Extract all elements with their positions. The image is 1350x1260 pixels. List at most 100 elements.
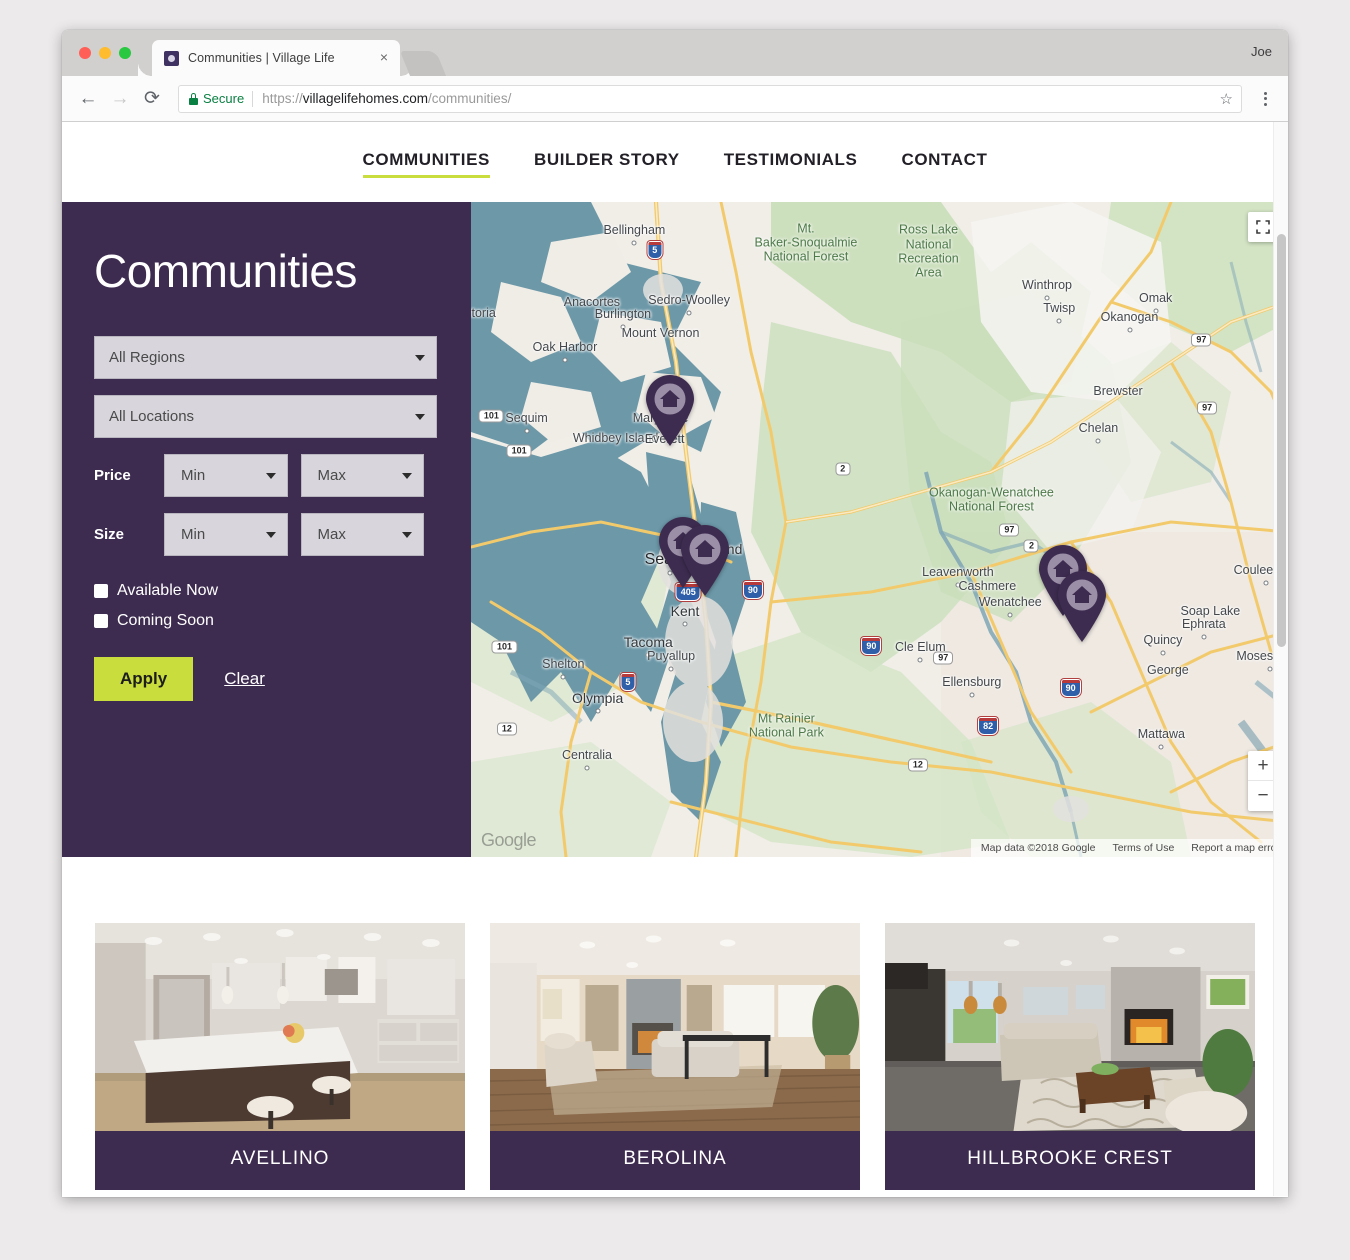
map-pin-house[interactable] <box>1054 571 1110 643</box>
forward-button[interactable]: → <box>104 83 136 115</box>
filter-sidebar: Communities All Regions All Locations Pr… <box>62 202 471 857</box>
map-city-dot <box>682 621 688 627</box>
checkbox-coming-soon[interactable]: Coming Soon <box>94 612 437 630</box>
map-city-dot <box>584 765 590 771</box>
map-city-dot <box>560 674 566 680</box>
bookmark-star-icon[interactable]: ☆ <box>1212 90 1233 108</box>
map-base-layer <box>471 202 1288 857</box>
map-city-dot <box>1095 438 1101 444</box>
route-shield-12: 12 <box>907 758 928 772</box>
map-city-dot <box>984 596 990 602</box>
browser-window: Communities | Village Life × Joe ← → ⟳ S… <box>62 30 1288 1197</box>
apply-button[interactable]: Apply <box>94 657 194 701</box>
checkbox-available-now[interactable]: Available Now <box>94 582 437 600</box>
route-shield-101: 101 <box>478 409 504 423</box>
community-card-photo[interactable] <box>95 923 465 1131</box>
location-select[interactable]: All Locations <box>94 395 437 438</box>
minimize-window-button[interactable] <box>99 47 111 59</box>
map-city-dot <box>668 666 674 672</box>
map-pin-house[interactable] <box>642 374 698 447</box>
scrollbar-thumb[interactable] <box>1277 234 1286 647</box>
lock-icon <box>189 92 198 105</box>
nav-link-builder-story[interactable]: BUILDER STORY <box>534 150 680 175</box>
map-city-dot <box>524 428 530 434</box>
map-city-dot <box>620 324 626 330</box>
browser-tab[interactable]: Communities | Village Life × <box>152 40 414 76</box>
community-card-photo[interactable] <box>885 923 1255 1131</box>
site-navigation: COMMUNITIES BUILDER STORY TESTIMONIALS CONT… <box>62 122 1288 202</box>
location-select-value: All Locations <box>94 395 437 438</box>
hero-section: Communities All Regions All Locations Pr… <box>62 202 1288 857</box>
route-shield-12: 12 <box>496 722 517 736</box>
url-text: https://villagelifehomes.com/communities… <box>262 91 511 106</box>
route-shield-97: 97 <box>1191 333 1212 347</box>
terms-of-use-link[interactable]: Terms of Use <box>1112 842 1174 854</box>
community-card[interactable]: HILLBROOKE CREST <box>885 923 1255 1190</box>
url-path: /communities/ <box>428 91 512 106</box>
checkbox-icon[interactable] <box>94 614 108 628</box>
nav-link-contact[interactable]: CONTACT <box>901 150 987 175</box>
window-controls <box>79 47 131 59</box>
route-shield-97: 97 <box>933 651 954 665</box>
price-label: Price <box>94 467 131 484</box>
route-shield-101: 101 <box>491 640 517 654</box>
maximize-window-button[interactable] <box>119 47 131 59</box>
route-shield-97: 97 <box>999 523 1020 536</box>
map-city-dot <box>1207 621 1213 627</box>
browser-menu-icon[interactable] <box>1252 91 1278 106</box>
map-city-dot <box>562 357 568 363</box>
clear-link[interactable]: Clear <box>224 669 265 689</box>
close-tab-icon[interactable]: × <box>376 50 392 66</box>
security-label: Secure <box>203 91 245 106</box>
chevron-down-icon <box>415 354 425 361</box>
communities-map[interactable]: Bellingham Anacortes Sedro-Woolley Burlingt… <box>471 202 1288 857</box>
community-cards: AVELLINO BEROLINA HILLBROOKE CREST <box>62 923 1288 1190</box>
report-map-error-link[interactable]: Report a map error <box>1191 842 1280 854</box>
profile-name[interactable]: Joe <box>1251 44 1272 59</box>
reload-button[interactable]: ⟳ <box>136 83 168 115</box>
route-shield-5: 5 <box>620 673 636 692</box>
address-bar[interactable]: Secure https://villagelifehomes.com/comm… <box>178 84 1242 113</box>
community-card-photo[interactable] <box>490 923 860 1131</box>
community-card-title: AVELLINO <box>95 1131 465 1190</box>
route-shield-82: 82 <box>978 717 999 735</box>
map-city-dot <box>595 708 601 714</box>
chevron-down-icon <box>402 472 412 479</box>
filter-actions: Apply Clear <box>94 657 437 701</box>
price-min-select[interactable]: Min <box>164 454 288 497</box>
omnibox-divider <box>252 90 254 107</box>
map-city-dot <box>631 240 637 245</box>
map-city-dot <box>955 582 961 588</box>
checkbox-label: Available Now <box>117 582 219 599</box>
size-min-select[interactable]: Min <box>164 513 288 556</box>
map-city-dot <box>1153 308 1159 314</box>
community-card[interactable]: AVELLINO <box>95 923 465 1190</box>
availability-checkboxes: Available Now Coming Soon <box>94 582 437 630</box>
fullscreen-icon <box>1256 220 1270 234</box>
size-label: Size <box>94 526 125 543</box>
size-filter-row: Size Min Max <box>94 513 437 556</box>
region-select[interactable]: All Regions <box>94 336 437 379</box>
checkbox-icon[interactable] <box>94 584 108 598</box>
page-scrollbar[interactable] <box>1273 122 1288 1196</box>
nav-link-communities[interactable]: COMMUNITIES <box>362 150 491 178</box>
nav-link-testimonials[interactable]: TESTIMONIALS <box>724 150 858 175</box>
back-button[interactable]: ← <box>72 83 104 115</box>
url-scheme: https:// <box>262 91 303 106</box>
route-shield-90: 90 <box>1060 679 1081 697</box>
size-max-select[interactable]: Max <box>300 513 424 556</box>
price-max-select[interactable]: Max <box>300 454 424 497</box>
map-city-dot <box>1127 327 1132 333</box>
map-pin-house[interactable] <box>677 525 733 597</box>
close-window-button[interactable] <box>79 47 91 59</box>
route-shield-97: 97 <box>1197 401 1218 415</box>
community-card-title: HILLBROOKE CREST <box>885 1131 1255 1190</box>
community-card[interactable]: BEROLINA <box>490 923 860 1190</box>
map-city-dot <box>1160 650 1166 656</box>
map-city-dot <box>645 652 651 658</box>
google-logo: Google <box>481 830 537 850</box>
map-city-dot <box>1263 580 1269 586</box>
map-city-dot <box>1056 318 1062 324</box>
region-select-value: All Regions <box>94 336 437 379</box>
map-city-dot <box>1201 634 1207 640</box>
